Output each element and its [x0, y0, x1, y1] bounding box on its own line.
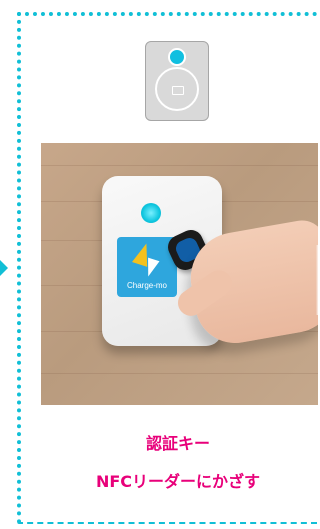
arrow-right-icon — [0, 260, 8, 276]
instruction-caption: 認証キー NFCリーダーにかざす — [36, 425, 320, 501]
charger-led-icon — [141, 203, 161, 223]
nfc-reader-icon — [155, 67, 199, 111]
charger-brand-label: Charge-mo — [126, 281, 167, 290]
led-indicator-icon — [168, 48, 186, 66]
sleeve — [316, 244, 318, 315]
wood-grain-line — [41, 165, 318, 166]
nfc-demo-photo: Charge-mo — [41, 143, 318, 405]
caption-line-2: NFCリーダーにかざす — [95, 472, 261, 491]
caption-line-1: 認証キー — [145, 434, 210, 453]
charger-device-icon — [145, 41, 209, 121]
card-symbol-icon — [172, 86, 184, 95]
wood-grain-line — [41, 373, 318, 374]
instruction-card: Charge-mo 認証キー NFCリーダーにかざす — [0, 0, 320, 529]
